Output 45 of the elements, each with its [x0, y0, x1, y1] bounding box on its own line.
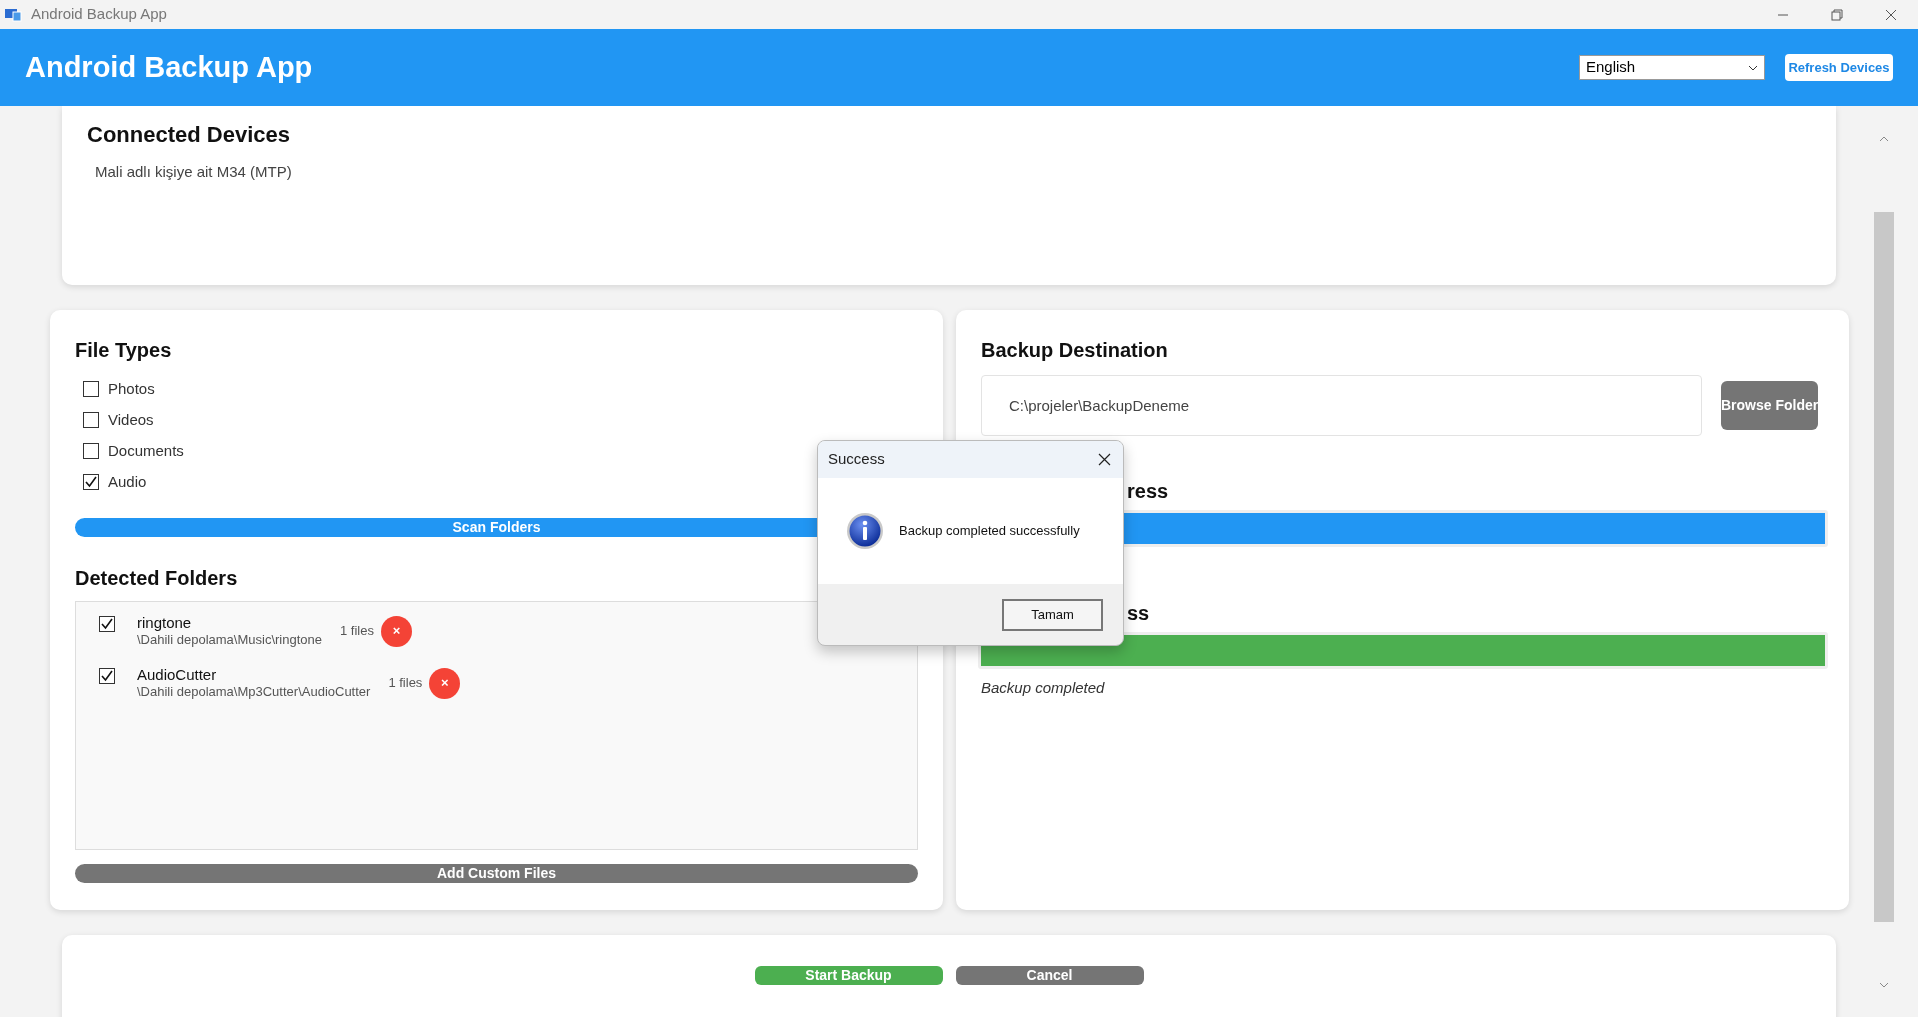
folder-path: \Dahili depolama\Music\ringtone — [137, 632, 322, 648]
app-title: Android Backup App — [25, 49, 313, 85]
status-text: Backup completed — [981, 678, 1106, 698]
refresh-devices-button[interactable]: Refresh Devices — [1785, 54, 1893, 81]
info-icon — [846, 512, 884, 550]
section-heading: ress — [1127, 479, 1170, 503]
folder-name: ringtone — [137, 614, 193, 632]
section-heading: Detected Folders — [75, 566, 239, 590]
checkbox[interactable] — [83, 381, 99, 397]
start-button[interactable]: Start Backup — [754, 966, 943, 985]
cancel-button[interactable]: Cancel — [955, 966, 1144, 985]
remove-button[interactable]: × — [380, 615, 412, 647]
add-custom-files-button[interactable]: Add Custom Files — [75, 864, 918, 883]
destination-field[interactable]: C:\projeler\BackupDeneme — [981, 375, 1702, 436]
window-title: Android Backup App — [31, 4, 167, 25]
checkbox-label: Videos — [108, 409, 154, 430]
folder-name: AudioCutter — [137, 666, 218, 684]
remove-button[interactable]: × — [429, 667, 461, 699]
device-item[interactable]: Mali adlı kişiye ait M34 (MTP) — [95, 161, 1811, 184]
ok-button[interactable]: Tamam — [1002, 598, 1103, 631]
checkbox[interactable] — [83, 443, 99, 459]
app-icon — [4, 7, 22, 22]
scroll-down-icon[interactable] — [1879, 982, 1889, 988]
close-icon[interactable] — [1098, 453, 1111, 466]
section-heading: Connected Devices — [87, 121, 291, 149]
section-heading: Backup Destination — [981, 338, 1169, 362]
section-heading: File Types — [75, 338, 173, 362]
checkbox[interactable] — [99, 616, 115, 632]
close-icon[interactable] — [1885, 8, 1897, 21]
language-dropdown[interactable]: English — [1579, 55, 1765, 80]
checkbox[interactable] — [83, 474, 99, 490]
folder-path: \Dahili depolama\Mp3Cutter\AudioCutter — [137, 684, 371, 700]
checkbox[interactable] — [99, 668, 115, 684]
restore-icon[interactable] — [1831, 8, 1843, 21]
file-count: 1 files — [388, 674, 423, 693]
dialog-title: Success — [828, 449, 885, 470]
caret-icon — [1748, 64, 1758, 71]
checkbox[interactable] — [83, 412, 99, 428]
browse-folder-button[interactable]: Browse Folder — [1721, 381, 1818, 430]
checkbox-label: Photos — [108, 378, 155, 399]
section-heading: ss — [1127, 601, 1151, 625]
checkbox-label: Documents — [108, 440, 184, 461]
file-count: 1 files — [340, 622, 374, 641]
checkbox-label: Audio — [108, 471, 147, 492]
scroll-up-icon[interactable] — [1879, 136, 1889, 142]
